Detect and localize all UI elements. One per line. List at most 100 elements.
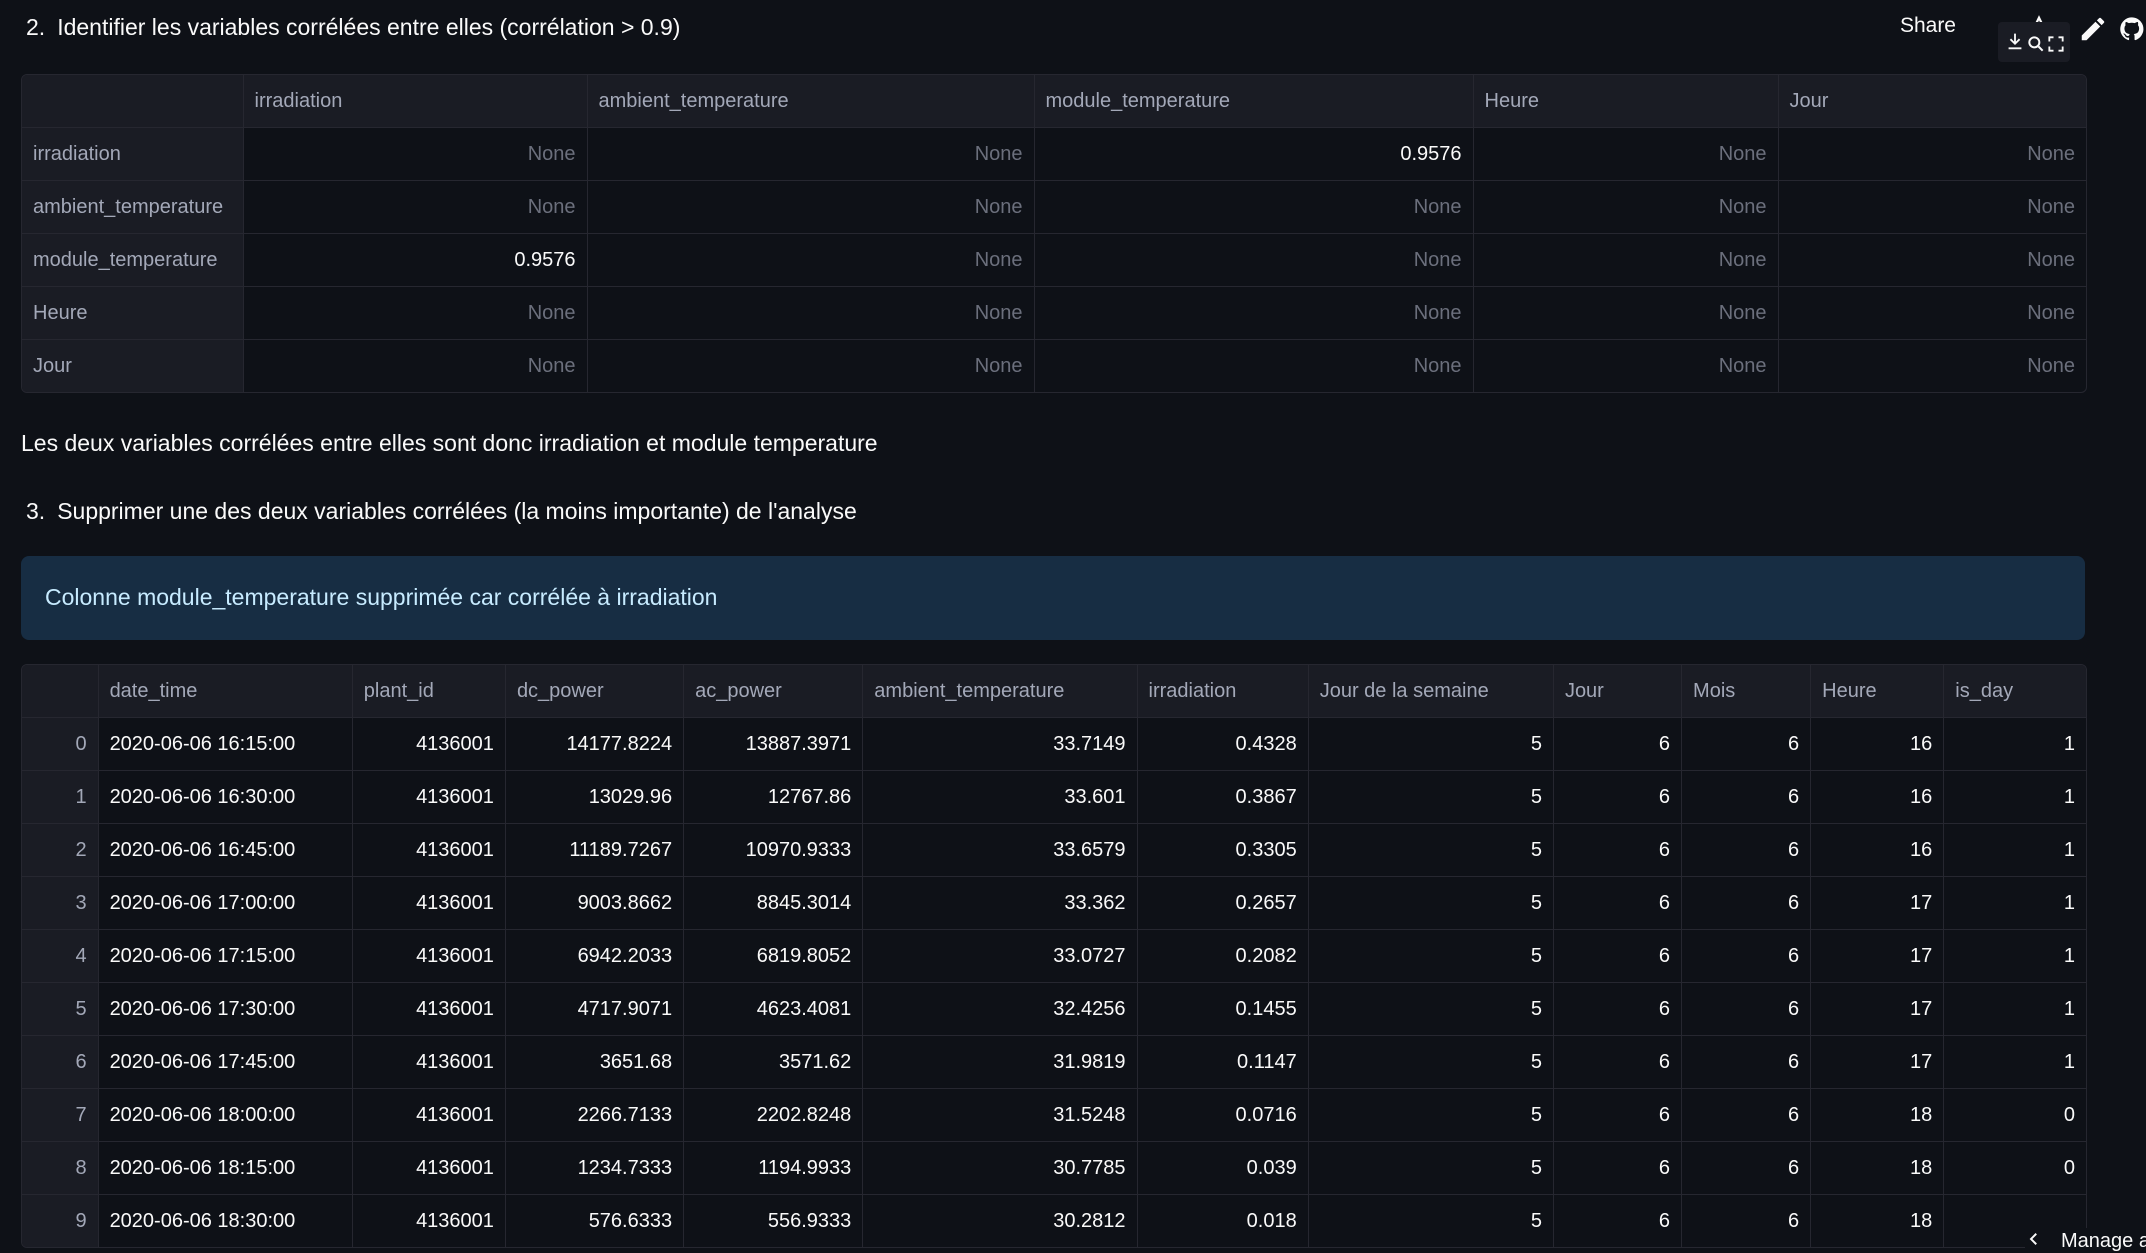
table-cell[interactable]: 2020-06-06 16:45:00: [98, 823, 353, 877]
table-cell[interactable]: 12767.86: [683, 770, 864, 824]
table-cell[interactable]: 6: [1553, 1035, 1683, 1089]
table-cell[interactable]: 0.9576: [1034, 127, 1474, 181]
table-cell[interactable]: 17: [1810, 929, 1945, 983]
search-icon[interactable]: [2026, 34, 2046, 54]
table-cell[interactable]: 0: [1943, 1141, 2086, 1195]
table-cell[interactable]: None: [587, 127, 1035, 181]
table-cell[interactable]: 2020-06-06 17:15:00: [98, 929, 353, 983]
table-cell[interactable]: None: [587, 339, 1035, 392]
table-cell[interactable]: 2020-06-06 16:30:00: [98, 770, 353, 824]
table-cell[interactable]: 6: [1553, 929, 1683, 983]
table-cell[interactable]: 32.4256: [862, 982, 1138, 1036]
table-cell[interactable]: 6: [1681, 1088, 1812, 1142]
table-cell[interactable]: 4136001: [352, 770, 506, 824]
table-cell[interactable]: 5: [1308, 1035, 1554, 1089]
table-cell[interactable]: 33.6579: [862, 823, 1138, 877]
table-cell[interactable]: None: [1473, 339, 1779, 392]
table-cell[interactable]: 3571.62: [683, 1035, 864, 1089]
table-cell[interactable]: 4623.4081: [683, 982, 864, 1036]
table-cell[interactable]: None: [243, 286, 588, 340]
table-cell[interactable]: 6: [1681, 929, 1812, 983]
table-cell[interactable]: 2020-06-06 18:30:00: [98, 1194, 353, 1247]
column-header[interactable]: Heure: [1810, 665, 1945, 718]
table-cell[interactable]: 2020-06-06 18:00:00: [98, 1088, 353, 1142]
table-cell[interactable]: 0.1147: [1137, 1035, 1309, 1089]
column-header[interactable]: Jour: [1553, 665, 1683, 718]
download-icon[interactable]: [2004, 30, 2026, 52]
table-cell[interactable]: None: [1778, 127, 2086, 181]
table-cell[interactable]: 4136001: [352, 982, 506, 1036]
table-cell[interactable]: None: [1473, 127, 1779, 181]
table-cell[interactable]: 6: [1681, 876, 1812, 930]
table-cell[interactable]: 6: [1681, 823, 1812, 877]
table-cell[interactable]: 2020-06-06 18:15:00: [98, 1141, 353, 1195]
column-header[interactable]: module_temperature: [1034, 75, 1474, 128]
table-cell[interactable]: None: [587, 286, 1035, 340]
table-cell[interactable]: 6: [1553, 770, 1683, 824]
manage-app-button[interactable]: Manage a: [2025, 1228, 2146, 1252]
column-header[interactable]: date_time: [98, 665, 353, 718]
table-cell[interactable]: 1: [1943, 982, 2086, 1036]
table-cell[interactable]: None: [587, 233, 1035, 287]
table-cell[interactable]: 2020-06-06 16:15:00: [98, 717, 353, 771]
table-cell[interactable]: 6: [1553, 717, 1683, 771]
table-cell[interactable]: 6: [1553, 1141, 1683, 1195]
table-cell[interactable]: 5: [1308, 823, 1554, 877]
table-cell[interactable]: 5: [1308, 876, 1554, 930]
table-cell[interactable]: 1: [1943, 823, 2086, 877]
table-cell[interactable]: None: [1473, 286, 1779, 340]
table-cell[interactable]: 0.018: [1137, 1194, 1309, 1247]
table-cell[interactable]: 5: [1308, 1141, 1554, 1195]
column-header[interactable]: [22, 75, 244, 128]
table-cell[interactable]: 13887.3971: [683, 717, 864, 771]
table-cell[interactable]: 0.2082: [1137, 929, 1309, 983]
table-cell[interactable]: 16: [1810, 770, 1945, 824]
table-cell[interactable]: 13029.96: [505, 770, 685, 824]
fullscreen-icon[interactable]: [2046, 34, 2066, 54]
table-cell[interactable]: 6: [1553, 823, 1683, 877]
table-cell[interactable]: 8845.3014: [683, 876, 864, 930]
column-header[interactable]: irradiation: [243, 75, 588, 128]
table-cell[interactable]: 9003.8662: [505, 876, 685, 930]
table-cell[interactable]: 2020-06-06 17:00:00: [98, 876, 353, 930]
table-cell[interactable]: 4717.9071: [505, 982, 685, 1036]
table-cell[interactable]: 4136001: [352, 1035, 506, 1089]
table-cell[interactable]: 4136001: [352, 823, 506, 877]
table-cell[interactable]: 4136001: [352, 929, 506, 983]
table-cell[interactable]: 0.2657: [1137, 876, 1309, 930]
column-header[interactable]: plant_id: [352, 665, 506, 718]
column-header[interactable]: ambient_temperature: [587, 75, 1035, 128]
table-cell[interactable]: 556.9333: [683, 1194, 864, 1247]
table-cell[interactable]: None: [1034, 233, 1474, 287]
table-cell[interactable]: 0: [1943, 1088, 2086, 1142]
column-header[interactable]: Jour de la semaine: [1308, 665, 1554, 718]
correlation-table[interactable]: irradiation ambient_temperature module_t…: [21, 74, 2087, 393]
column-header[interactable]: Heure: [1473, 75, 1779, 128]
column-header[interactable]: ambient_temperature: [862, 665, 1138, 718]
table-cell[interactable]: 5: [1308, 770, 1554, 824]
column-header[interactable]: [22, 665, 99, 718]
table-cell[interactable]: 6: [1553, 1088, 1683, 1142]
table-cell[interactable]: 6: [1681, 982, 1812, 1036]
table-cell[interactable]: 6: [1681, 1141, 1812, 1195]
table-cell[interactable]: 31.5248: [862, 1088, 1138, 1142]
table-cell[interactable]: 18: [1810, 1088, 1945, 1142]
table-cell[interactable]: 6: [1553, 876, 1683, 930]
column-header[interactable]: is_day: [1943, 665, 2086, 718]
table-cell[interactable]: 6: [1681, 717, 1812, 771]
table-cell[interactable]: 33.362: [862, 876, 1138, 930]
table-cell[interactable]: 5: [1308, 982, 1554, 1036]
table-cell[interactable]: 30.7785: [862, 1141, 1138, 1195]
table-cell[interactable]: 17: [1810, 876, 1945, 930]
table-cell[interactable]: 6: [1681, 1194, 1812, 1247]
table-cell[interactable]: 0.039: [1137, 1141, 1309, 1195]
table-cell[interactable]: 17: [1810, 1035, 1945, 1089]
table-cell[interactable]: 0.3867: [1137, 770, 1309, 824]
table-cell[interactable]: 1: [1943, 876, 2086, 930]
share-button[interactable]: Share: [1900, 14, 1956, 38]
table-cell[interactable]: 5: [1308, 929, 1554, 983]
table-cell[interactable]: 10970.9333: [683, 823, 864, 877]
table-cell[interactable]: 576.6333: [505, 1194, 685, 1247]
table-cell[interactable]: 6942.2033: [505, 929, 685, 983]
table-cell[interactable]: 1: [1943, 717, 2086, 771]
